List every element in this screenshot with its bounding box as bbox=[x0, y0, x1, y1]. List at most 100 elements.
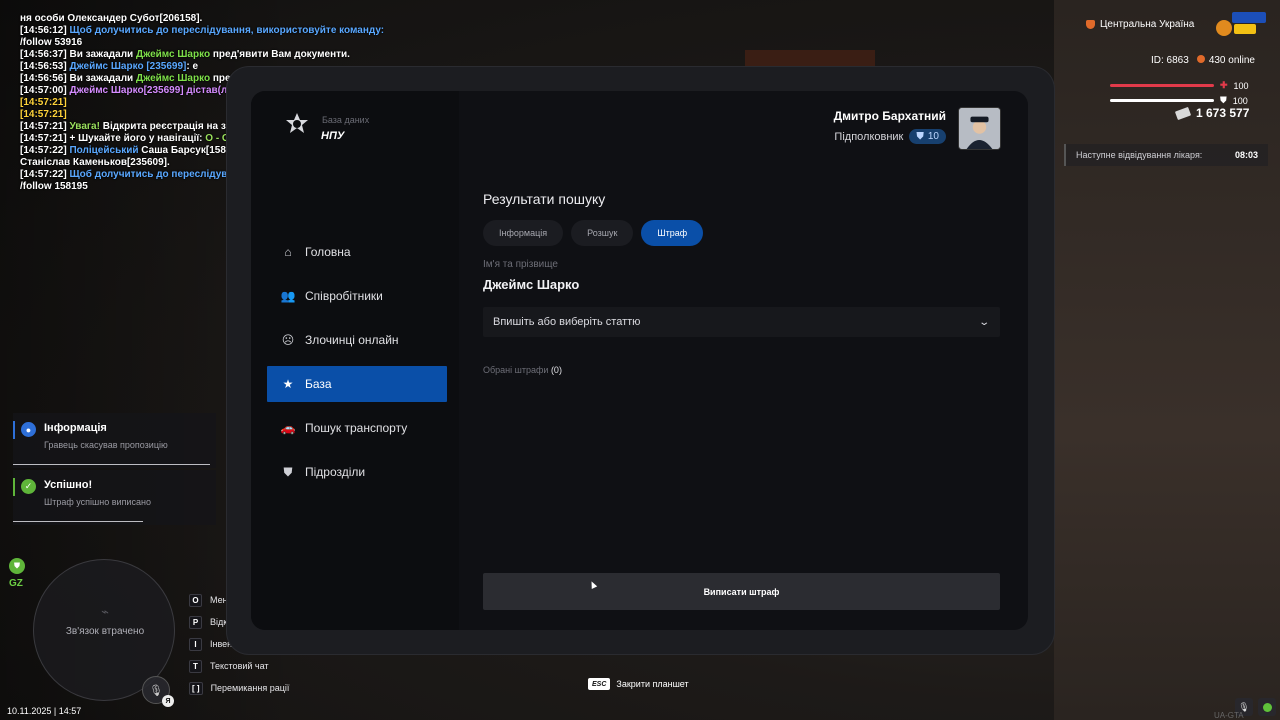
chosen-fines-count: (0) bbox=[550, 365, 562, 375]
key-cap: I bbox=[189, 637, 202, 651]
sidebar-item-3[interactable]: ☹ Злочинці онлайн bbox=[267, 322, 447, 358]
keybind-row: T Текстовий чат bbox=[189, 655, 289, 677]
article-select-placeholder: Впишіть або виберіть статтю bbox=[493, 316, 641, 328]
chat-line: [14:56:12] Щоб долучитись до переслідува… bbox=[20, 25, 420, 37]
notification-title: Успішно! bbox=[44, 479, 93, 491]
chat-line: ня особи Олександер Субот[206158]. bbox=[20, 13, 420, 25]
issue-fine-button[interactable]: Виписати штраф bbox=[483, 573, 1000, 610]
doctor-time: 08:03 bbox=[1234, 150, 1258, 160]
doctor-label: Наступне відвідування лікаря: bbox=[1076, 150, 1203, 160]
result-tabs: Інформація Розшук Штраф bbox=[483, 220, 704, 246]
people-icon: 👥 bbox=[280, 289, 296, 303]
home-icon: ⌂ bbox=[284, 245, 292, 259]
chat-segment: Станіслав Каменьков[235609]. bbox=[20, 157, 170, 168]
notification-title: Інформація bbox=[44, 422, 107, 434]
key-cap: P bbox=[189, 615, 202, 629]
health-icon: ✚ bbox=[1220, 80, 1228, 90]
logo-globe bbox=[1216, 20, 1232, 36]
chat-segment: [14:56:12] bbox=[20, 25, 70, 36]
notification-info: ● Інформація Гравець скасував пропозицію bbox=[13, 413, 216, 468]
chat-segment: [14:57:21] bbox=[20, 133, 70, 144]
chat-segment: [14:56:53] bbox=[20, 61, 70, 72]
main-panel: Результати пошуку Інформація Розшук Штраф … bbox=[483, 91, 1000, 630]
chevron-down-icon: ⌄ bbox=[977, 316, 990, 328]
green-zone-label: GZ bbox=[9, 578, 23, 589]
shield-icon: ⛊ bbox=[283, 464, 293, 479]
tablet-screen: НПУ База даних ⌂ Головна 👥 Співробітники ☹ Зл… bbox=[251, 91, 1028, 630]
key-cap: T bbox=[189, 659, 202, 673]
sidebar-nav: ⌂ Головна 👥 Співробітники ☹ Злочинці онлайн ★ Б… bbox=[267, 234, 447, 498]
online-icon bbox=[1196, 55, 1205, 63]
star-icon: ★ bbox=[282, 377, 294, 391]
notification-text: Гравець скасував пропозицію bbox=[44, 440, 168, 450]
tab-1[interactable]: Інформація bbox=[483, 220, 564, 246]
results-title: Результати пошуку bbox=[483, 191, 606, 207]
sidebar-item-label: Пошук транспорту bbox=[305, 421, 408, 435]
chat-segment: Джеймс Шарко bbox=[135, 49, 211, 60]
chat-segment: Щоб долучитись до переслідування, викори… bbox=[69, 25, 385, 36]
sidebar-item-5[interactable]: 🚗 Пошук транспорту bbox=[267, 410, 447, 446]
location-pin-icon bbox=[1086, 20, 1095, 29]
notification-stripe bbox=[13, 478, 15, 496]
chat-segment: : e bbox=[186, 61, 199, 72]
health-bar bbox=[1110, 84, 1214, 87]
chat-segment: [14:56:56] Ви зажадали bbox=[20, 73, 136, 84]
money-icon bbox=[1174, 106, 1192, 120]
sidebar-item-1[interactable]: ⌂ Головна bbox=[267, 234, 447, 270]
notification-progress bbox=[13, 521, 143, 522]
close-tablet-hint: ESC Закрити планшет bbox=[588, 678, 689, 690]
article-select[interactable]: Впишіть або виберіть статтю ⌄ bbox=[483, 307, 1000, 337]
server-logo bbox=[1216, 12, 1266, 36]
check-icon: ✓ bbox=[21, 479, 36, 494]
sidebar-item-label: Головна bbox=[305, 245, 351, 259]
armor-row: ⛊ 100 bbox=[1110, 95, 1248, 106]
region-name: Центральна Україна bbox=[1100, 19, 1195, 30]
date-time: 10.11.2025 | 14:57 bbox=[7, 706, 82, 716]
tab-3[interactable]: Штраф bbox=[641, 220, 704, 246]
notification-text: Штраф успішно виписано bbox=[44, 497, 151, 507]
chat-segment: [14:57:22] bbox=[20, 145, 70, 156]
chat-line: [14:56:37] Ви зажадали Джеймс Шарко пред… bbox=[20, 49, 420, 61]
online-count: 430 online bbox=[1196, 55, 1255, 66]
sidebar-item-2[interactable]: 👥 Співробітники bbox=[267, 278, 447, 314]
chat-segment: пред'явити Вам документи. bbox=[210, 49, 350, 60]
chat-segment: Джеймс Шарко [235699] bbox=[69, 61, 187, 72]
chat-line: /follow 53916 bbox=[20, 37, 420, 49]
sidebar-item-4[interactable]: ★ База bbox=[267, 366, 447, 402]
criminal-icon: ☹ bbox=[281, 333, 295, 347]
key-cap: [ ] bbox=[189, 681, 203, 695]
sidebar-item-label: База bbox=[305, 377, 332, 391]
chat-segment: Поліцейський bbox=[69, 145, 139, 156]
chat-segment: [14:56:37] Ви зажадали bbox=[20, 49, 136, 60]
chat-segment: /follow 53916 bbox=[20, 37, 83, 48]
money-value: 1 673 577 bbox=[1196, 106, 1250, 120]
armor-bar bbox=[1110, 99, 1214, 102]
police-star-center bbox=[293, 120, 301, 128]
chat-segment: + Шукайте його у навігації: bbox=[69, 133, 206, 144]
armor-value: 100 bbox=[1232, 95, 1248, 106]
status-dot-icon bbox=[1258, 698, 1276, 716]
brand-text: НПУ bbox=[321, 130, 346, 141]
status-dot bbox=[1262, 702, 1272, 712]
keybind-row: [ ] Перемикання рації bbox=[189, 677, 289, 699]
chat-segment: [14:57:21] bbox=[20, 109, 67, 120]
chat-segment: [14:57:21] bbox=[20, 97, 67, 108]
tab-2[interactable]: Розшук bbox=[571, 220, 634, 246]
person-name: Джеймс Шарко bbox=[483, 277, 580, 292]
close-tablet-label: Закрити планшет bbox=[616, 679, 689, 689]
armor-icon: ⛊ bbox=[1220, 95, 1227, 105]
sidebar-item-6[interactable]: ⛊ Підрозділи bbox=[267, 454, 447, 490]
chat-segment: [14:57:00] bbox=[20, 85, 70, 96]
player-id-line: ID: 6863 430 online bbox=[1151, 55, 1255, 66]
green-zone-icon: ⛊ bbox=[9, 558, 25, 574]
chat-segment: Увага! bbox=[69, 121, 100, 132]
health-value: 100 bbox=[1233, 80, 1249, 91]
keybind-label: Перемикання рації bbox=[210, 683, 290, 693]
notification-success: ✓ Успішно! Штраф успішно виписано bbox=[13, 470, 216, 525]
region-indicator: Центральна Україна bbox=[1086, 19, 1194, 30]
key-cap: O bbox=[189, 593, 202, 607]
connection-lost-text: Зв'язок втрачено bbox=[65, 626, 145, 637]
player-id: ID: 6863 bbox=[1151, 55, 1189, 66]
esc-key: ESC bbox=[588, 678, 611, 690]
notification-stripe bbox=[13, 421, 15, 439]
